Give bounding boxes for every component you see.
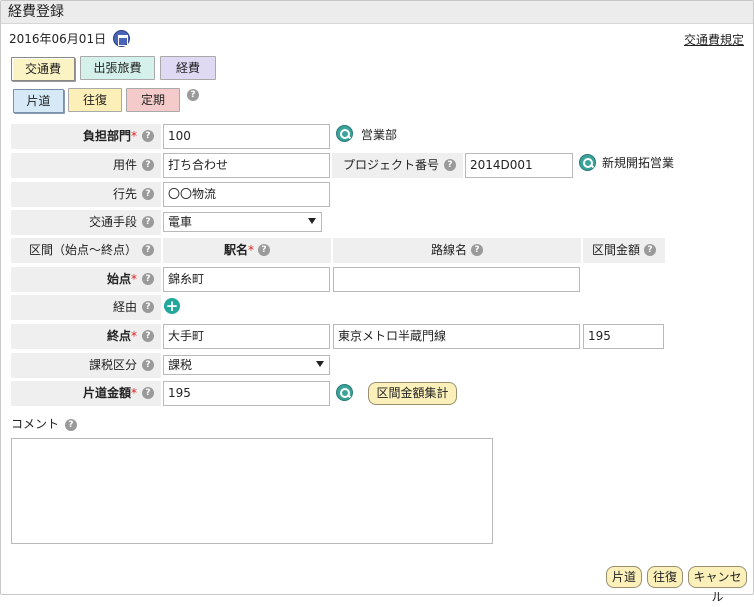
amount-column-header: 区間金額 xyxy=(583,238,665,263)
help-icon[interactable] xyxy=(142,216,154,228)
destination-input[interactable]: 〇〇物流 xyxy=(163,182,330,207)
search-icon[interactable] xyxy=(336,125,353,142)
chevron-down-icon xyxy=(308,218,316,224)
tab-transport[interactable]: 交通費 xyxy=(11,57,75,81)
project-label: プロジェクト番号 xyxy=(332,153,463,178)
add-via-icon[interactable]: + xyxy=(164,298,180,314)
start-line-input[interactable] xyxy=(333,267,580,292)
help-icon[interactable] xyxy=(142,359,154,371)
calendar-icon[interactable] xyxy=(113,30,130,47)
project-name: 新規開拓営業 xyxy=(602,156,675,170)
start-label: 始点* xyxy=(11,267,161,292)
trip-type-season-pass[interactable]: 定期 xyxy=(126,88,180,112)
oneway-amount-input[interactable]: 195 xyxy=(163,381,330,406)
end-label: 終点* xyxy=(11,324,161,349)
department-name: 営業部 xyxy=(361,128,398,142)
roundtrip-button[interactable]: 往復 xyxy=(647,566,683,588)
end-line-input[interactable]: 東京メトロ半蔵門線 xyxy=(333,324,580,349)
search-icon[interactable] xyxy=(336,384,353,401)
purpose-label: 用件 xyxy=(11,153,161,178)
help-icon[interactable] xyxy=(142,130,154,142)
trip-type-roundtrip[interactable]: 往復 xyxy=(68,88,122,112)
help-icon[interactable] xyxy=(187,89,199,101)
start-station-input[interactable]: 錦糸町 xyxy=(163,267,330,292)
end-amount-input[interactable]: 195 xyxy=(583,324,664,349)
tax-label: 課税区分 xyxy=(11,353,161,378)
help-icon[interactable] xyxy=(142,273,154,285)
help-icon[interactable] xyxy=(64,418,77,431)
project-input[interactable]: 2014D001 xyxy=(465,153,573,178)
destination-label: 行先 xyxy=(11,182,161,207)
tab-expense[interactable]: 経費 xyxy=(160,56,216,80)
transport-select-value: 電車 xyxy=(168,215,193,229)
help-icon[interactable] xyxy=(142,330,154,342)
help-icon[interactable] xyxy=(258,243,270,256)
oneway-button[interactable]: 片道 xyxy=(606,566,642,588)
department-input[interactable]: 100 xyxy=(163,124,330,149)
transport-rules-link[interactable]: 交通費規定 xyxy=(684,31,744,48)
line-column-header: 路線名 xyxy=(333,238,581,263)
purpose-input[interactable]: 打ち合わせ xyxy=(163,153,330,178)
help-icon[interactable] xyxy=(644,243,656,256)
date-display: 2016年06月01日 xyxy=(9,32,107,46)
comment-label: コメント xyxy=(11,415,77,432)
comment-textarea[interactable] xyxy=(11,438,493,544)
expense-registration-window: 経費登録 2016年06月01日 交通費規定 交通費 出張旅費 経費 片道 往復… xyxy=(0,0,754,604)
help-icon[interactable] xyxy=(142,387,154,399)
section-label: 区間（始点～終点） xyxy=(11,238,161,263)
department-label: 負担部門* xyxy=(11,124,161,149)
cancel-button[interactable]: キャンセル xyxy=(688,566,747,604)
via-label: 経由 xyxy=(11,295,161,320)
search-icon[interactable] xyxy=(579,154,596,171)
station-column-header: 駅名* xyxy=(163,238,331,263)
help-icon[interactable] xyxy=(142,188,154,200)
tax-select[interactable]: 課税 xyxy=(163,355,330,375)
help-icon[interactable] xyxy=(471,243,483,256)
oneway-amount-label: 片道金額* xyxy=(11,381,161,406)
end-station-input[interactable]: 大手町 xyxy=(163,324,330,349)
trip-type-oneway[interactable]: 片道 xyxy=(13,89,64,113)
help-icon[interactable] xyxy=(142,244,154,256)
section-amount-total-button[interactable]: 区間金額集計 xyxy=(368,382,457,405)
window-title: 経費登録 xyxy=(1,1,753,24)
help-icon[interactable] xyxy=(444,159,456,171)
transport-label: 交通手段 xyxy=(11,210,161,235)
tab-business-trip[interactable]: 出張旅費 xyxy=(80,56,155,80)
tax-select-value: 課税 xyxy=(168,358,193,372)
chevron-down-icon xyxy=(316,361,324,367)
help-icon[interactable] xyxy=(142,159,154,171)
transport-select[interactable]: 電車 xyxy=(163,212,322,232)
help-icon[interactable] xyxy=(142,301,154,313)
